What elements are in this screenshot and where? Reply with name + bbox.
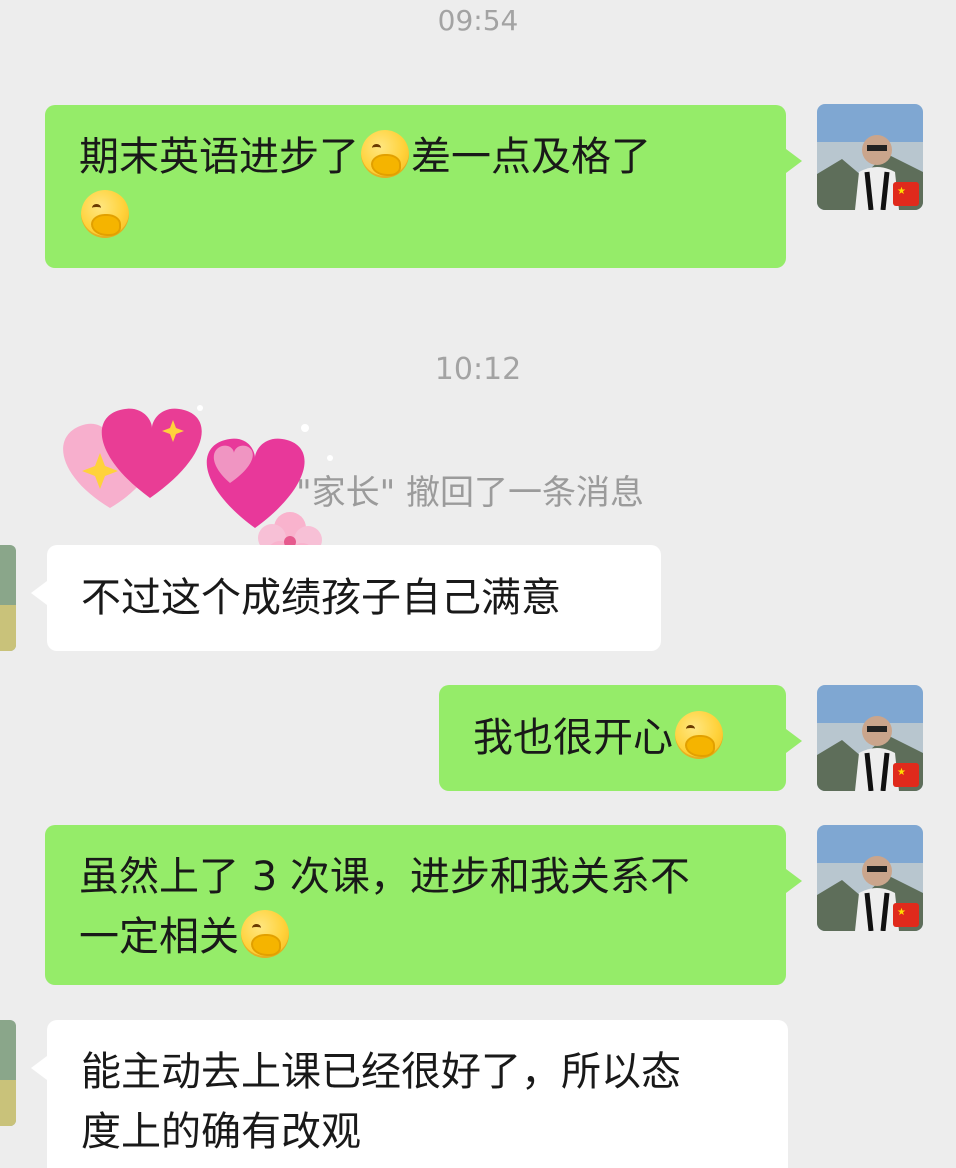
message-text: 虽然上了 3 次课，进步和我关系不 [79,854,690,900]
svg-text:★: ★ [897,186,906,197]
avatar-photo-icon [0,1020,16,1126]
svg-text:★: ★ [897,767,906,778]
face-with-hand-over-mouth-emoji [675,711,723,759]
avatar-self[interactable]: ★ [817,825,923,931]
chat-bubble-self[interactable]: 我也很开心 [439,685,802,791]
avatar-photo-icon [0,545,16,651]
face-with-hand-over-mouth-emoji [81,190,129,238]
message-text: 我也很开心 [473,715,673,761]
message-text: 不过这个成绩孩子自己满意 [81,575,561,621]
avatar-self[interactable]: ★ [817,685,923,791]
avatar-photo-icon: ★ [817,104,923,210]
timestamp: 09:54 [437,4,519,37]
avatar-other[interactable] [0,545,16,651]
avatar-other[interactable] [0,1020,16,1126]
message-text: 差一点及格了 [411,134,651,180]
timestamp: 10:12 [434,352,522,387]
chat-bubble-other[interactable]: 不过这个成绩孩子自己满意 [31,545,661,651]
face-with-hand-over-mouth-emoji [361,130,409,178]
message-text: 期末英语进步了 [79,134,359,180]
message-text: 度上的确有改观 [81,1109,361,1155]
avatar-photo-icon: ★ [817,685,923,791]
chat-bubble-self[interactable]: 期末英语进步了 差一点及格了 [45,105,802,268]
avatar-self[interactable]: ★ [817,104,923,210]
avatar-photo-icon: ★ [817,825,923,931]
message-text: 一定相关 [79,914,239,960]
face-with-hand-over-mouth-emoji [241,910,289,958]
chat-bubble-self[interactable]: 虽然上了 3 次课，进步和我关系不 一定相关 [45,825,802,985]
chat-bubble-other[interactable]: 能主动去上课已经很好了，所以态 度上的确有改观 [31,1020,788,1168]
heart-sticker-overlay [50,388,350,569]
svg-text:★: ★ [897,907,906,918]
message-text: 能主动去上课已经很好了，所以态 [81,1049,681,1095]
